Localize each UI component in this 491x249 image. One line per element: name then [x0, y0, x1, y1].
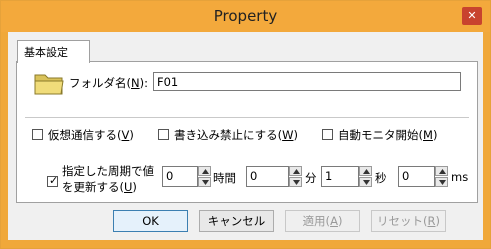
- hours-unit: 時間: [213, 171, 236, 185]
- property-dialog: Property ✕ 基本設定 フォルダ名(N): F01 仮想通信する(V): [0, 0, 491, 249]
- hours-down-arrow-icon[interactable]: [198, 177, 211, 187]
- cancel-button[interactable]: キャンセル: [199, 210, 274, 232]
- write-protect-label: 書き込み禁止にする(W): [174, 128, 298, 142]
- folder-name-label: フォルダ名(N):: [69, 76, 148, 90]
- apply-button[interactable]: 適用(A): [285, 210, 360, 232]
- ok-button[interactable]: OK: [113, 210, 188, 232]
- milliseconds-spinner[interactable]: [435, 166, 448, 187]
- hours-up-arrow-icon[interactable]: [198, 166, 211, 176]
- minutes-up-arrow-icon[interactable]: [289, 166, 302, 176]
- periodic-update-checkbox[interactable]: ✓: [47, 174, 59, 187]
- settings-panel: フォルダ名(N): F01 仮想通信する(V) 書き込み禁止にする(W) 自動モ…: [16, 61, 478, 203]
- milliseconds-unit: ms: [451, 170, 469, 184]
- virtual-comm-label: 仮想通信する(V): [48, 128, 134, 142]
- milliseconds-up-arrow-icon[interactable]: [435, 166, 448, 176]
- minutes-spinner[interactable]: [289, 166, 302, 187]
- auto-monitor-checkbox[interactable]: [322, 129, 333, 140]
- seconds-input[interactable]: 1: [321, 166, 359, 187]
- hours-spinner[interactable]: [198, 166, 211, 187]
- milliseconds-input[interactable]: 0: [398, 166, 435, 187]
- seconds-up-arrow-icon[interactable]: [359, 166, 372, 176]
- minutes-input[interactable]: 0: [246, 166, 289, 187]
- folder-name-input[interactable]: F01: [153, 72, 461, 91]
- folder-icon: [34, 74, 64, 95]
- minutes-unit: 分: [305, 171, 317, 185]
- tab-basic-settings[interactable]: 基本設定: [17, 40, 90, 63]
- auto-monitor-label: 自動モニタ開始(M): [338, 128, 438, 142]
- reset-button[interactable]: リセット(R): [371, 210, 446, 232]
- seconds-down-arrow-icon[interactable]: [359, 177, 372, 187]
- close-button[interactable]: ✕: [462, 7, 482, 25]
- dialog-body: 基本設定 フォルダ名(N): F01 仮想通信する(V) 書き込み禁止にする(W…: [8, 32, 483, 240]
- seconds-spinner[interactable]: [359, 166, 372, 187]
- separator: [25, 117, 469, 118]
- write-protect-checkbox[interactable]: [158, 129, 169, 140]
- periodic-update-label-line1: 指定した周期で値: [62, 164, 154, 178]
- milliseconds-down-arrow-icon[interactable]: [435, 177, 448, 187]
- hours-input[interactable]: 0: [162, 166, 198, 187]
- periodic-update-label-line2: を更新する(U): [62, 180, 137, 194]
- minutes-down-arrow-icon[interactable]: [289, 177, 302, 187]
- check-mark-icon: ✓: [49, 174, 59, 187]
- seconds-unit: 秒: [375, 171, 387, 185]
- virtual-comm-checkbox[interactable]: [32, 129, 43, 140]
- title-bar[interactable]: Property ✕: [1, 1, 490, 32]
- tab-label: 基本設定: [24, 46, 68, 59]
- window-title: Property: [213, 7, 278, 25]
